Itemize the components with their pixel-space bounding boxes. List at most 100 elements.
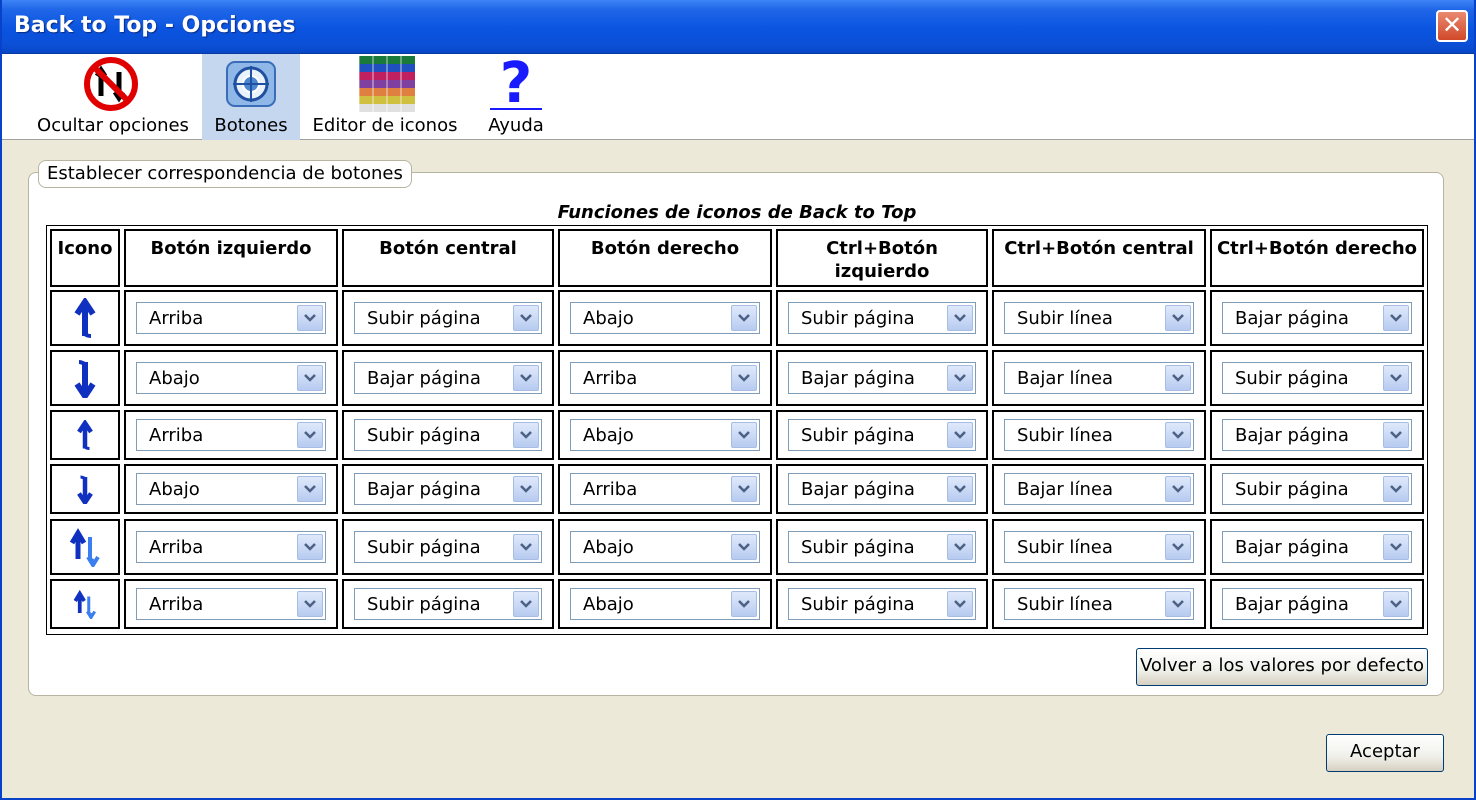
chevron-down-icon[interactable] bbox=[297, 534, 323, 560]
action-select[interactable]: Subir página bbox=[1222, 362, 1412, 394]
chevron-down-icon[interactable] bbox=[297, 591, 323, 617]
action-select[interactable]: Arriba bbox=[136, 531, 326, 563]
chevron-down-icon[interactable] bbox=[513, 422, 539, 448]
action-select[interactable]: Bajar página bbox=[1222, 531, 1412, 563]
ok-button[interactable]: Aceptar bbox=[1326, 734, 1444, 772]
chevron-down-icon[interactable] bbox=[947, 365, 973, 391]
action-select[interactable]: Bajar página bbox=[788, 473, 976, 505]
action-select[interactable]: Arriba bbox=[136, 302, 326, 334]
buttons-icon bbox=[226, 61, 276, 107]
icon-cell bbox=[50, 579, 120, 629]
mapping-cell: Arriba bbox=[124, 519, 338, 575]
action-select[interactable]: Subir línea bbox=[1004, 419, 1194, 451]
action-select[interactable]: Bajar página bbox=[1222, 419, 1412, 451]
action-select[interactable]: Bajar página bbox=[354, 362, 542, 394]
action-select[interactable]: Arriba bbox=[570, 362, 760, 394]
chevron-down-icon[interactable] bbox=[1165, 365, 1191, 391]
action-select[interactable]: Abajo bbox=[570, 531, 760, 563]
chevron-down-icon[interactable] bbox=[731, 476, 757, 502]
action-select-value: Arriba bbox=[149, 425, 204, 446]
chevron-down-icon[interactable] bbox=[1383, 534, 1409, 560]
chevron-down-icon[interactable] bbox=[297, 476, 323, 502]
chevron-down-icon[interactable] bbox=[947, 422, 973, 448]
icon-cell bbox=[50, 290, 120, 346]
title-bar[interactable]: Back to Top - Opciones ✕ bbox=[2, 0, 1474, 54]
chevron-down-icon[interactable] bbox=[513, 476, 539, 502]
chevron-down-icon[interactable] bbox=[947, 591, 973, 617]
action-select[interactable]: Subir página bbox=[354, 419, 542, 451]
action-select[interactable]: Subir línea bbox=[1004, 588, 1194, 620]
action-select-value: Subir página bbox=[801, 308, 915, 329]
mapping-cell: Abajo bbox=[558, 410, 772, 460]
action-select[interactable]: Arriba bbox=[570, 473, 760, 505]
chevron-down-icon[interactable] bbox=[1383, 365, 1409, 391]
action-select[interactable]: Abajo bbox=[570, 302, 760, 334]
chevron-down-icon[interactable] bbox=[513, 534, 539, 560]
close-button[interactable]: ✕ bbox=[1436, 10, 1468, 42]
chevron-down-icon[interactable] bbox=[513, 591, 539, 617]
chevron-down-icon[interactable] bbox=[731, 305, 757, 331]
chevron-down-icon[interactable] bbox=[1165, 591, 1191, 617]
mapping-cell: Abajo bbox=[124, 350, 338, 406]
action-select[interactable]: Bajar página bbox=[1222, 302, 1412, 334]
chevron-down-icon[interactable] bbox=[731, 534, 757, 560]
mapping-cell: Bajar página bbox=[342, 350, 554, 406]
mapping-cell: Subir página bbox=[776, 519, 988, 575]
action-select[interactable]: Abajo bbox=[136, 473, 326, 505]
chevron-down-icon[interactable] bbox=[1383, 591, 1409, 617]
mapping-cell: Arriba bbox=[558, 464, 772, 514]
chevron-down-icon[interactable] bbox=[1383, 422, 1409, 448]
action-select[interactable]: Bajar página bbox=[354, 473, 542, 505]
chevron-down-icon[interactable] bbox=[947, 305, 973, 331]
chevron-down-icon[interactable] bbox=[1165, 422, 1191, 448]
chevron-down-icon[interactable] bbox=[1165, 476, 1191, 502]
action-select-value: Arriba bbox=[583, 368, 638, 389]
action-select[interactable]: Arriba bbox=[136, 419, 326, 451]
chevron-down-icon[interactable] bbox=[1165, 534, 1191, 560]
action-select[interactable]: Subir página bbox=[788, 531, 976, 563]
chevron-down-icon[interactable] bbox=[297, 365, 323, 391]
mapping-cell: Abajo bbox=[124, 464, 338, 514]
action-select[interactable]: Subir página bbox=[354, 588, 542, 620]
action-select[interactable]: Subir línea bbox=[1004, 302, 1194, 334]
column-header: Botón izquierdo bbox=[124, 229, 338, 287]
action-select[interactable]: Subir página bbox=[354, 302, 542, 334]
action-select[interactable]: Bajar página bbox=[788, 362, 976, 394]
action-select[interactable]: Bajar línea bbox=[1004, 362, 1194, 394]
toolbar-icon-editor[interactable]: Editor de iconos bbox=[308, 54, 462, 140]
action-select-value: Bajar página bbox=[1235, 425, 1349, 446]
action-select[interactable]: Subir página bbox=[788, 588, 976, 620]
toolbar-hide-options[interactable]: Ocultar opciones bbox=[32, 54, 194, 140]
chevron-down-icon[interactable] bbox=[513, 305, 539, 331]
chevron-down-icon[interactable] bbox=[1383, 476, 1409, 502]
toolbar-buttons[interactable]: Botones bbox=[202, 54, 300, 140]
chevron-down-icon[interactable] bbox=[1165, 305, 1191, 331]
action-select[interactable]: Abajo bbox=[570, 419, 760, 451]
action-select[interactable]: Subir página bbox=[1222, 473, 1412, 505]
chevron-down-icon[interactable] bbox=[297, 305, 323, 331]
toolbar-help[interactable]: ? Ayuda bbox=[476, 54, 556, 140]
chevron-down-icon[interactable] bbox=[731, 365, 757, 391]
action-select[interactable]: Abajo bbox=[136, 362, 326, 394]
action-select[interactable]: Abajo bbox=[570, 588, 760, 620]
chevron-down-icon[interactable] bbox=[731, 422, 757, 448]
column-header: Botón central bbox=[342, 229, 554, 287]
reset-defaults-button[interactable]: Volver a los valores por defecto bbox=[1136, 648, 1428, 686]
action-select[interactable]: Subir página bbox=[788, 419, 976, 451]
action-select[interactable]: Subir página bbox=[354, 531, 542, 563]
action-select[interactable]: Subir línea bbox=[1004, 531, 1194, 563]
action-select[interactable]: Bajar línea bbox=[1004, 473, 1194, 505]
action-select[interactable]: Arriba bbox=[136, 588, 326, 620]
chevron-down-icon[interactable] bbox=[731, 591, 757, 617]
icon-cell bbox=[50, 464, 120, 514]
chevron-down-icon[interactable] bbox=[947, 476, 973, 502]
mapping-cell: Bajar página bbox=[342, 464, 554, 514]
chevron-down-icon[interactable] bbox=[297, 422, 323, 448]
mapping-cell: Bajar línea bbox=[992, 464, 1206, 514]
action-select[interactable]: Subir página bbox=[788, 302, 976, 334]
chevron-down-icon[interactable] bbox=[513, 365, 539, 391]
chevron-down-icon[interactable] bbox=[947, 534, 973, 560]
mapping-cell: Bajar página bbox=[776, 350, 988, 406]
chevron-down-icon[interactable] bbox=[1383, 305, 1409, 331]
action-select[interactable]: Bajar página bbox=[1222, 588, 1412, 620]
